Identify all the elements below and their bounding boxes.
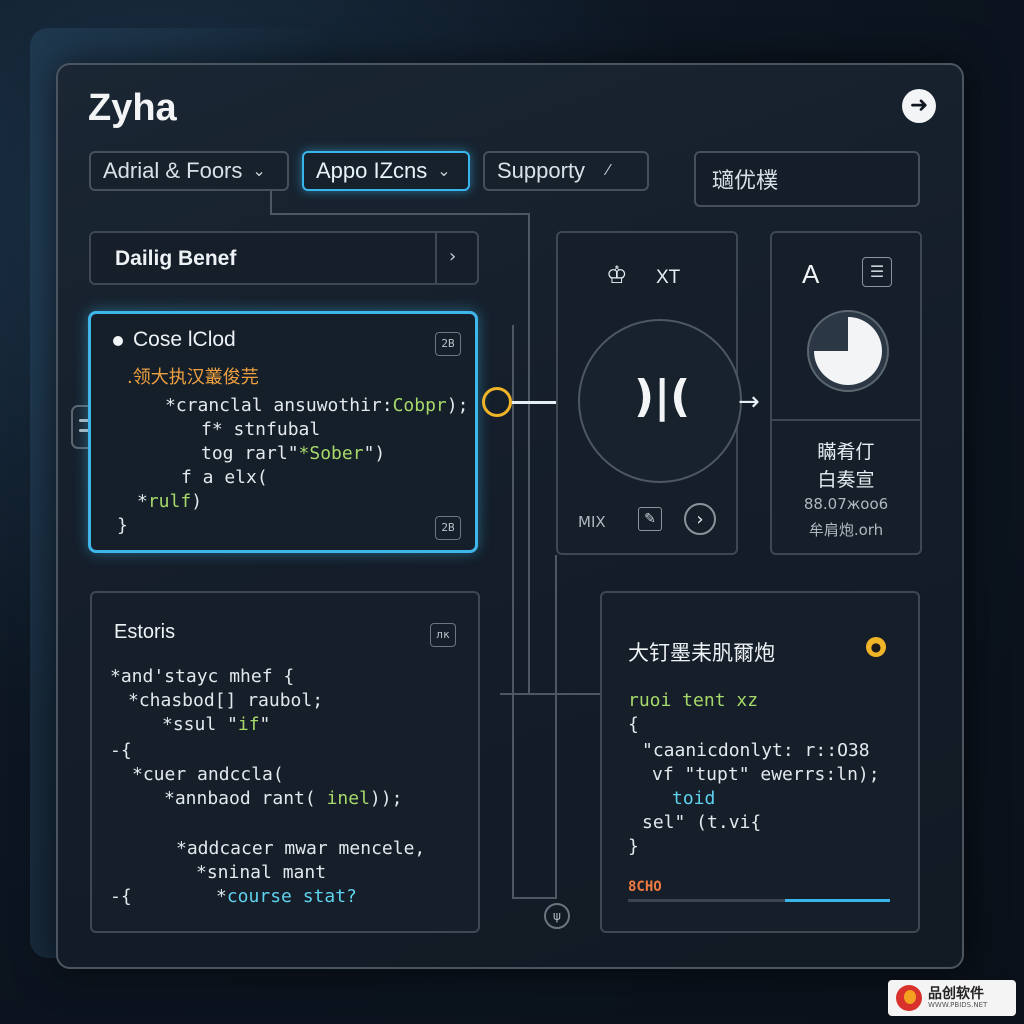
stats-value: 88.07жоо6 [803,495,889,513]
code-line: sel" (t.vi{ [642,812,762,833]
connector-line [555,555,557,899]
warning-dot-icon[interactable]: ● [866,637,886,657]
app-title: Zyha [88,87,177,129]
dropdown-appo-icons[interactable]: Appo IZcns ⌄ [302,151,470,191]
dropdown-label: Adrial & Foors [103,158,243,183]
divider [435,233,437,283]
code-line: f a elx( [181,467,268,488]
stats-letter: A [802,259,820,289]
dropdown-adrial-foors[interactable]: Adrial & Foors ⌄ [89,151,289,191]
dropdown-label: Supporty [497,158,586,183]
arrow-right-icon: ➜ [909,93,929,118]
nav-panel[interactable]: Dailig Benef › [89,231,479,285]
edit-icon[interactable]: ✎ [638,507,662,531]
stats-footer: 牟肩炮.orh [808,521,884,539]
connector-line [528,213,530,693]
watermark-logo: 品创软件 WWW.PBIDS.NET [888,980,1016,1016]
chevron-down-icon: ⌄ [437,163,451,180]
panel-title: Estoris [114,621,176,643]
code-line: *rulf) [137,491,203,512]
code-line: *annbaod rant( inel)); [164,788,403,809]
stats-line-1: 瞞肴仃 [817,441,875,463]
code-line: "caanicdonlyt: r::O38 [642,740,870,761]
slash-icon: ⁄ [607,162,610,179]
code-line: vf "tupt" ewerrs:ln); [652,764,880,785]
code-line: *addcacer mwar mencele, [176,838,426,859]
status-dot [113,336,123,346]
code-line: *sninal mant [196,862,327,883]
pie-chart [807,310,889,392]
badge-top[interactable]: 2В [435,332,461,356]
brand-logo-icon [896,985,922,1011]
search-field[interactable]: 瓋优樸 [694,151,920,207]
nav-panel-label: Dailig Benef [115,247,237,270]
app-window: Zyha ➜ Adrial & Foors ⌄ Appo IZcns ⌄ Sup… [56,63,964,969]
connector-line [500,693,602,695]
code-line: *ssul "if" [162,714,271,735]
divider [772,419,920,421]
panel-title: 大钉墨耒䏎爾炮 [628,641,775,665]
code-comment: .领大执汉叢俊芫 [127,367,259,388]
connector-line [270,213,530,215]
next-circle-icon[interactable]: › [684,503,716,535]
search-text: 瓋优樸 [712,169,779,194]
forward-arrow-button[interactable]: ➜ [902,89,936,123]
code-line: *cuer andccla( [132,764,284,785]
mix-panel: ♔ XT )|( MIX ✎ › [556,231,742,555]
watermark-url: WWW.PBIDS.NET [928,1000,988,1009]
badge-bottom[interactable]: 2В [435,516,461,540]
code-line: ruoi tent xz [628,690,759,711]
stats-line-2: 白奏宣 [817,469,875,491]
badge[interactable]: лк [430,623,456,647]
connector-line [512,897,557,899]
code-line: *course stat? [216,886,357,907]
menu-icon[interactable]: ☰ [862,257,892,287]
crown-icon: ♔ [606,261,628,289]
watermark-name: 品创软件 [928,985,984,1002]
dropdown-supporty[interactable]: Supporty ⁄ [483,151,649,191]
estoris-panel: Estoris лк *and'stayc mhef { *chasbod[] … [90,591,480,933]
output-panel: 大钉墨耒䏎爾炮 ● ruoi tent xz { "caanicdonlyt: … [600,591,920,933]
mix-dial[interactable]: )|( [578,319,742,483]
progress-track [628,899,890,902]
code-line: f* stnfubal [201,419,321,440]
code-line: } [117,515,128,536]
dropdown-label: Appo IZcns [316,158,428,183]
connector-line [270,191,272,213]
code-line: } [628,836,639,857]
code-line: { [628,714,639,735]
chevron-down-icon: ⌄ [252,163,266,180]
connector-line [512,325,514,897]
mix-footer-label: MIX [578,513,606,531]
code-line: *chasbod[] raubol; [128,690,324,711]
code-cloud-panel: Cose lClod 2В .领大执汉叢俊芫 *cranclal ansuwot… [88,311,478,553]
panel-title: Cose lClod [133,328,236,351]
stats-panel: A ☰ 瞞肴仃 白奏宣 88.07жоо6 牟肩炮.orh [770,231,922,555]
progress-fill [785,899,890,902]
mix-header: XT [656,267,681,288]
node-icon[interactable]: ψ [544,903,570,929]
code-line: -{ [110,886,132,907]
code-line: toid [672,788,716,809]
chevron-right-icon[interactable]: › [449,246,456,267]
code-line: tog rarl"*Sober") [201,443,386,464]
code-line: *cranclal ansuwothir:Cobpr); [165,395,469,416]
code-line: -{ [110,740,132,761]
connector-node[interactable] [482,387,512,417]
code-line: *and'stayc mhef { [110,666,295,687]
status-label: 8CHO [628,879,662,895]
mix-logo-icon: )|( [634,371,691,422]
arrow-right-icon: → [738,387,760,417]
